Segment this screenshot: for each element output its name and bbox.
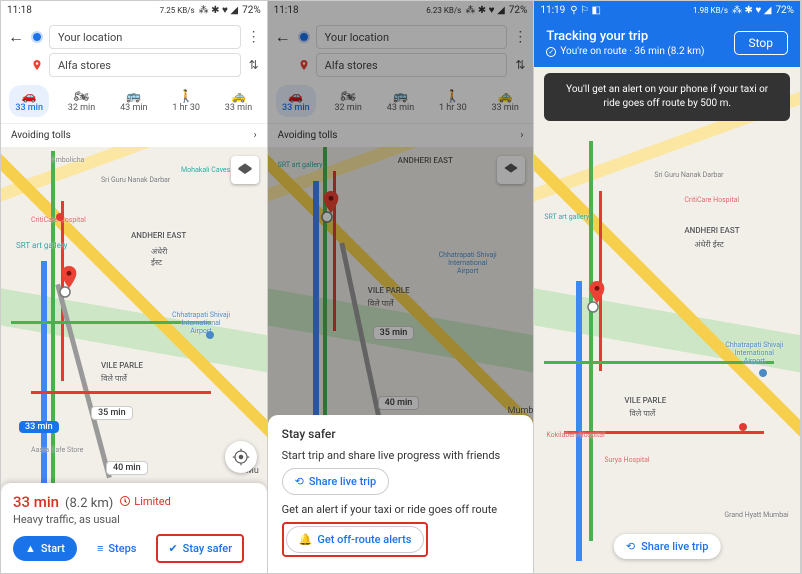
share-icon: ⟲ (626, 540, 635, 553)
share-icon: ⟲ (295, 475, 304, 488)
origin-dot (59, 286, 71, 298)
destination-pin[interactable] (589, 281, 605, 303)
screen-tracking: ANDHERI EAST अंधेरी ईस्ट Sri Guru Nanak … (534, 1, 801, 573)
place-andheri: ANDHERI EAST (131, 231, 186, 240)
off-route-toast: You'll get an alert on your phone if you… (544, 73, 790, 121)
limited-badge: Limited (119, 495, 171, 508)
sheet-title: Stay safer (282, 427, 520, 441)
mode-ride[interactable]: 🚕33 min (218, 85, 258, 117)
mode-car[interactable]: 🚗33 min (9, 85, 49, 117)
stay-safer-highlight: ✔Stay safer (156, 534, 244, 563)
traffic-note: Heavy traffic, as usual (13, 513, 255, 526)
share-live-trip-button[interactable]: ⟲Share live trip (282, 468, 390, 495)
avoiding-tolls-row[interactable]: Avoiding tolls› (1, 123, 267, 147)
directions-panel: ← Your location ⋮ Alfa stores ⇅ (1, 19, 267, 81)
route-time-alt2[interactable]: 40 min (106, 461, 148, 475)
check-icon: ✓ (546, 47, 556, 57)
layers-button[interactable] (231, 156, 259, 184)
mode-transit[interactable]: 🚌43 min (114, 85, 154, 117)
swap-button[interactable]: ⇅ (247, 58, 261, 72)
place-vileparle: VILE PARLE (101, 361, 143, 370)
stay-safer-button[interactable]: ✔Stay safer (160, 538, 240, 559)
route-time-alt1[interactable]: 35 min (91, 406, 133, 420)
destination-input[interactable]: Alfa stores (49, 53, 241, 77)
destination-pin[interactable] (61, 266, 77, 288)
destination-icon (31, 59, 43, 71)
chevron-right-icon: › (254, 130, 257, 141)
mode-tabs: 🚗33 min 🏍32 min 🚌43 min 🚶1 hr 30 🚕33 min (1, 81, 267, 123)
stop-button[interactable]: Stop (734, 31, 789, 55)
sheet-alert-text: Get an alert if your taxi or ride goes o… (282, 503, 520, 516)
back-button[interactable]: ← (7, 27, 25, 47)
tracking-title: Tracking your trip (546, 29, 704, 44)
route-time-primary[interactable]: 33 min (19, 421, 59, 433)
status-bar: 11:19 ⚲ ⚐ ◧ 1.98 KB/s⁂ ✱ ♥ ◢72% (534, 1, 800, 19)
summary-time: 33 min (13, 493, 59, 511)
bell-icon: 🔔 (299, 533, 313, 546)
sheet-share-text: Start trip and share live progress with … (282, 449, 520, 462)
navigate-icon: ▲ (25, 542, 36, 555)
get-off-route-alerts-button[interactable]: 🔔Get off-route alerts (286, 526, 425, 553)
tracking-header: Tracking your trip ✓You're on route · 36… (534, 19, 800, 67)
origin-input[interactable]: Your location (49, 25, 241, 49)
list-icon: ≡ (97, 542, 103, 555)
screen-stay-safer-sheet: ANDHERI EAST VILE PARLE विले पार्ले SRT … (268, 1, 535, 573)
shield-icon: ✔ (168, 542, 177, 555)
share-live-trip-button[interactable]: ⟲Share live trip (614, 534, 721, 559)
notif-icons: ⚲ ⚐ ◧ (570, 5, 601, 16)
my-location-button[interactable] (225, 441, 257, 473)
overflow-menu[interactable]: ⋮ (247, 29, 261, 45)
steps-button[interactable]: ≡Steps (85, 536, 148, 561)
tracking-subtitle: ✓You're on route · 36 min (8.2 km) (546, 46, 704, 57)
mode-walk[interactable]: 🚶1 hr 30 (166, 85, 206, 117)
off-route-highlight: 🔔Get off-route alerts (282, 522, 429, 557)
screen-directions: ANDHERI EAST अंधेरी ईस्ट VILE PARLE विले… (1, 1, 268, 573)
mode-bike[interactable]: 🏍32 min (61, 85, 101, 117)
summary-distance: (8.2 km) (65, 496, 113, 511)
route-summary-card[interactable]: 33 min (8.2 km) Limited Heavy traffic, a… (1, 483, 267, 573)
origin-icon (31, 31, 43, 43)
stay-safer-sheet: Stay safer Start trip and share live pro… (268, 415, 534, 573)
status-bar: 11:18 7.25 KB/s⁂ ✱ ♥ ◢72% (1, 1, 267, 19)
start-button[interactable]: ▲Start (13, 536, 77, 561)
